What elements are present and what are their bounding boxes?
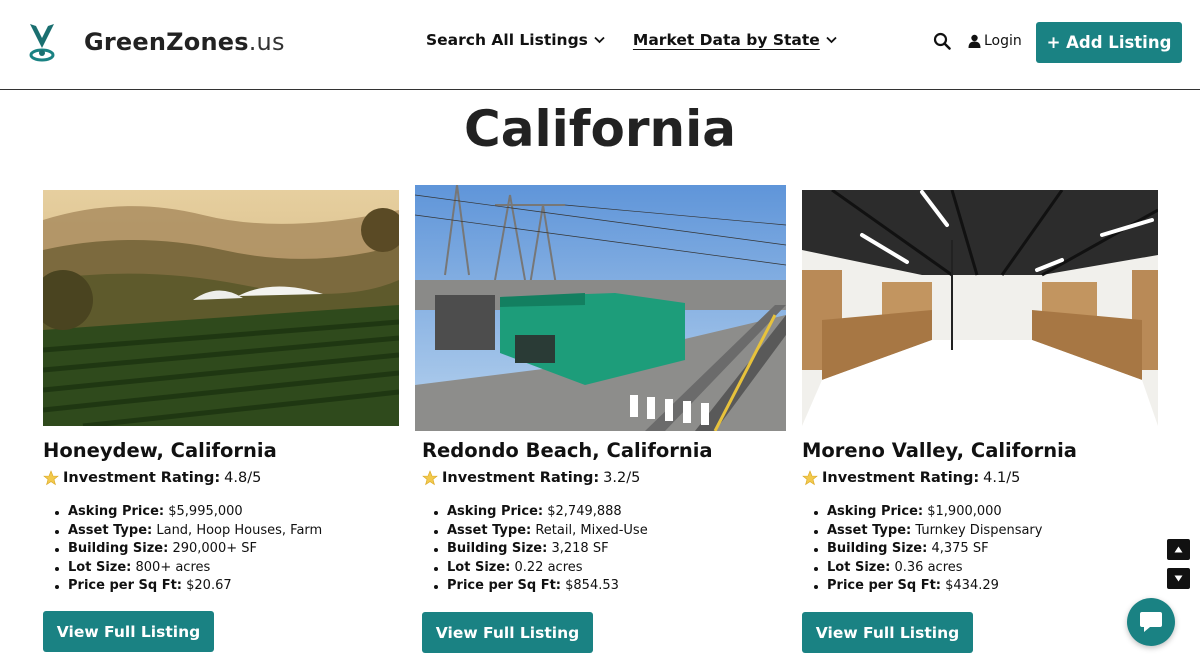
spec-value: Land, Hoop Houses, Farm (156, 522, 323, 538)
add-listing-button[interactable]: + Add Listing (1036, 22, 1182, 63)
investment-rating: Investment Rating: 4.8/5 (43, 470, 261, 486)
spec-label: Asking Price: (827, 504, 924, 519)
spec-label: Price per Sq Ft: (68, 578, 182, 594)
star-icon (802, 470, 818, 486)
spec-item: Asking Price: $5,995,000 (54, 503, 322, 522)
listing-image[interactable] (802, 190, 1158, 426)
spec-value: $854.53 (565, 578, 619, 594)
spec-value: 0.36 acres (894, 559, 963, 575)
investment-rating: Investment Rating: 4.1/5 (802, 470, 1020, 486)
scroll-down-button[interactable] (1167, 568, 1190, 589)
spec-item: Price per Sq Ft: $20.67 (54, 577, 322, 596)
spec-value: 800+ acres (135, 559, 211, 575)
spec-item: Lot Size: 0.36 acres (813, 559, 1042, 578)
spec-value: $2,749,888 (547, 504, 622, 519)
logo-name: GreenZones (84, 28, 249, 56)
spec-label: Asset Type: (68, 522, 153, 538)
spec-label: Building Size: (68, 541, 169, 557)
spec-label: Asking Price: (447, 504, 544, 519)
dispensary-photo (802, 190, 1158, 426)
spec-value: $1,900,000 (927, 504, 1002, 519)
nav-label: Search All Listings (426, 31, 588, 49)
spec-label: Lot Size: (827, 559, 891, 575)
logo-text: GreenZones.us (84, 28, 285, 56)
street-photo (415, 185, 786, 431)
user-icon (968, 34, 981, 48)
view-full-listing-button[interactable]: View Full Listing (43, 611, 214, 652)
arrow-up-icon (1174, 546, 1183, 553)
page-title: California (464, 100, 736, 158)
rating-label: Investment Rating: (63, 470, 221, 486)
chat-bubble-icon (1140, 612, 1162, 632)
spec-item: Asking Price: $1,900,000 (813, 503, 1042, 522)
arrow-down-icon (1174, 575, 1183, 582)
spec-label: Asset Type: (827, 522, 912, 538)
spec-item: Price per Sq Ft: $434.29 (813, 577, 1042, 596)
rating-label: Investment Rating: (442, 470, 600, 486)
spec-label: Building Size: (827, 541, 928, 557)
spec-item: Building Size: 4,375 SF (813, 540, 1042, 559)
spec-label: Asset Type: (447, 522, 532, 538)
listing-title[interactable]: Honeydew, California (43, 439, 277, 462)
nav-label: Market Data by State (632, 31, 820, 49)
spec-value: 0.22 acres (514, 559, 583, 575)
farm-photo (43, 190, 399, 426)
spec-value: 3,218 SF (551, 541, 609, 557)
listing-title[interactable]: Redondo Beach, California (422, 439, 713, 462)
main-nav: Search All Listings Market Data by State (426, 31, 837, 49)
star-icon (43, 470, 59, 486)
spec-value: $434.29 (945, 578, 999, 594)
view-full-listing-button[interactable]: View Full Listing (422, 612, 593, 653)
listing-image[interactable] (43, 190, 399, 426)
chevron-down-icon (594, 36, 605, 44)
spec-item: Price per Sq Ft: $854.53 (433, 577, 648, 596)
spec-label: Building Size: (447, 541, 548, 557)
rating-value: 3.2/5 (603, 470, 641, 486)
spec-list: Asking Price: $2,749,888 Asset Type: Ret… (433, 503, 648, 596)
rating-label: Investment Rating: (822, 470, 980, 486)
site-logo[interactable]: GreenZones.us (28, 22, 285, 62)
spec-label: Lot Size: (68, 559, 132, 575)
spec-item: Building Size: 290,000+ SF (54, 540, 322, 559)
scroll-up-button[interactable] (1167, 539, 1190, 560)
spec-value: $5,995,000 (168, 504, 243, 519)
rating-value: 4.1/5 (983, 470, 1021, 486)
spec-item: Asset Type: Turnkey Dispensary (813, 522, 1042, 541)
spec-item: Lot Size: 800+ acres (54, 559, 322, 578)
spec-label: Price per Sq Ft: (447, 578, 561, 594)
site-header: GreenZones.us Search All Listings Market… (0, 0, 1200, 90)
listing-title[interactable]: Moreno Valley, California (802, 439, 1077, 462)
spec-label: Asking Price: (68, 504, 165, 519)
logo-tld: .us (248, 28, 285, 56)
location-pin-icon (29, 24, 55, 62)
spec-value: $20.67 (186, 578, 232, 594)
spec-item: Building Size: 3,218 SF (433, 540, 648, 559)
nav-search-all-listings[interactable]: Search All Listings (426, 31, 605, 49)
spec-list: Asking Price: $5,995,000 Asset Type: Lan… (54, 503, 322, 596)
listing-image[interactable] (415, 185, 786, 431)
rating-value: 4.8/5 (224, 470, 262, 486)
spec-item: Asset Type: Retail, Mixed-Use (433, 522, 648, 541)
star-icon (422, 470, 438, 486)
chat-button[interactable] (1127, 598, 1175, 646)
spec-value: 290,000+ SF (172, 541, 257, 557)
spec-item: Asset Type: Land, Hoop Houses, Farm (54, 522, 322, 541)
spec-value: 4,375 SF (931, 541, 989, 557)
nav-market-data-by-state[interactable]: Market Data by State (633, 31, 837, 49)
spec-value: Turnkey Dispensary (915, 522, 1043, 538)
spec-value: Retail, Mixed-Use (535, 522, 648, 538)
view-full-listing-button[interactable]: View Full Listing (802, 612, 973, 653)
spec-item: Lot Size: 0.22 acres (433, 559, 648, 578)
spec-item: Asking Price: $2,749,888 (433, 503, 648, 522)
spec-label: Lot Size: (447, 559, 511, 575)
search-icon[interactable] (933, 32, 951, 50)
login-label: Login (984, 33, 1022, 49)
login-link[interactable]: Login (968, 33, 1022, 49)
chevron-down-icon (826, 36, 837, 44)
investment-rating: Investment Rating: 3.2/5 (422, 470, 640, 486)
spec-label: Price per Sq Ft: (827, 578, 941, 594)
spec-list: Asking Price: $1,900,000 Asset Type: Tur… (813, 503, 1042, 596)
